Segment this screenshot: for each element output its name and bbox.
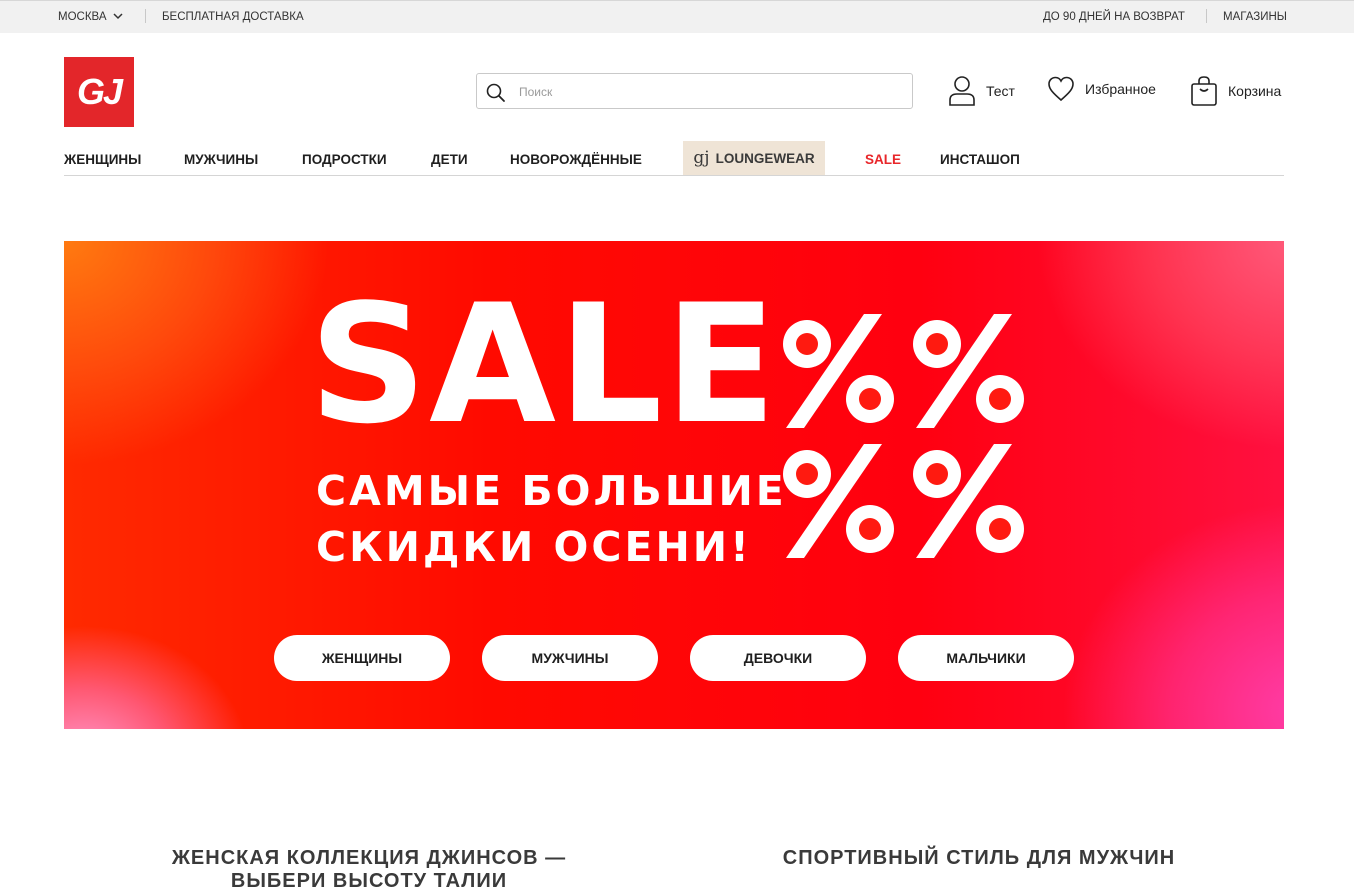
percent-icon bbox=[783, 314, 1024, 558]
banner-button-women[interactable]: ЖЕНЩИНЫ bbox=[274, 635, 450, 681]
nav-item-women[interactable]: ЖЕНЩИНЫ bbox=[64, 152, 141, 167]
city-selector[interactable]: МОСКВА bbox=[58, 11, 123, 23]
account-label: Тест bbox=[986, 83, 1015, 99]
favorites-label: Избранное bbox=[1085, 81, 1156, 97]
nav-item-newborns[interactable]: НОВОРОЖДЁННЫЕ bbox=[510, 152, 642, 167]
promo-heading-line: ВЫБЕРИ ВЫСОТУ ТАЛИИ bbox=[230, 870, 508, 892]
top-bar: МОСКВА БЕСПЛАТНАЯ ДОСТАВКА ДО 90 ДНЕЙ НА… bbox=[0, 0, 1354, 33]
search-icon[interactable] bbox=[486, 83, 506, 103]
sale-banner[interactable]: SALE САМЫЕ БОЛЬШИЕ СКИДКИ ОСЕНИ! ЖЕНЩИНЫ… bbox=[64, 241, 1284, 729]
divider bbox=[145, 9, 146, 23]
banner-title: SALE bbox=[309, 269, 779, 460]
favorites-button[interactable]: Избранное bbox=[1047, 75, 1156, 103]
city-label: МОСКВА bbox=[58, 11, 107, 23]
search-box bbox=[476, 73, 913, 109]
logo[interactable]: GJ bbox=[64, 57, 134, 127]
banner-button-girls[interactable]: ДЕВОЧКИ bbox=[690, 635, 866, 681]
free-delivery-link[interactable]: БЕСПЛАТНАЯ ДОСТАВКА bbox=[162, 11, 304, 23]
nav-item-men[interactable]: МУЖЧИНЫ bbox=[184, 152, 258, 167]
logo-text: GJ bbox=[76, 71, 123, 112]
heart-icon bbox=[1048, 76, 1074, 102]
loungewear-label: LOUNGEWEAR bbox=[715, 150, 815, 166]
promo-heading-men-sport[interactable]: СПОРТИВНЫЙ СТИЛЬ ДЛЯ МУЖЧИН bbox=[749, 847, 1209, 870]
banner-subtitle-line: САМЫЕ БОЛЬШИЕ bbox=[316, 467, 787, 515]
chevron-down-icon bbox=[112, 11, 123, 23]
banner-subtitle-line: СКИДКИ ОСЕНИ! bbox=[316, 523, 752, 571]
promo-heading-women-jeans[interactable]: ЖЕНСКАЯ КОЛЛЕКЦИЯ ДЖИНСОВ — ВЫБЕРИ ВЫСОТ… bbox=[140, 847, 598, 893]
shopping-bag-icon bbox=[1191, 76, 1217, 106]
returns-link[interactable]: ДО 90 ДНЕЙ НА ВОЗВРАТ bbox=[1043, 11, 1185, 23]
main-nav: ЖЕНЩИНЫ МУЖЧИНЫ ПОДРОСТКИ ДЕТИ НОВОРОЖДЁ… bbox=[64, 141, 1284, 176]
banner-button-boys[interactable]: МАЛЬЧИКИ bbox=[898, 635, 1074, 681]
search-input[interactable] bbox=[517, 80, 901, 104]
loungewear-logo-icon: gj bbox=[693, 148, 710, 168]
user-icon bbox=[949, 76, 975, 106]
nav-item-loungewear[interactable]: gj LOUNGEWEAR bbox=[683, 141, 825, 175]
cart-button[interactable]: Корзина bbox=[1190, 75, 1281, 107]
cart-label: Корзина bbox=[1228, 83, 1282, 99]
account-button[interactable]: Тест bbox=[948, 75, 1015, 107]
nav-item-teens[interactable]: ПОДРОСТКИ bbox=[302, 152, 387, 167]
stores-link[interactable]: МАГАЗИНЫ bbox=[1223, 11, 1287, 23]
promo-heading-line: ЖЕНСКАЯ КОЛЛЕКЦИЯ ДЖИНСОВ — bbox=[171, 847, 567, 869]
divider bbox=[1206, 9, 1207, 23]
nav-item-sale[interactable]: SALE bbox=[865, 152, 901, 167]
banner-subtitle: САМЫЕ БОЛЬШИЕ СКИДКИ ОСЕНИ! bbox=[316, 463, 787, 575]
nav-item-instashop[interactable]: ИНСТАШОП bbox=[940, 152, 1020, 167]
banner-button-men[interactable]: МУЖЧИНЫ bbox=[482, 635, 658, 681]
nav-item-kids[interactable]: ДЕТИ bbox=[431, 152, 468, 167]
